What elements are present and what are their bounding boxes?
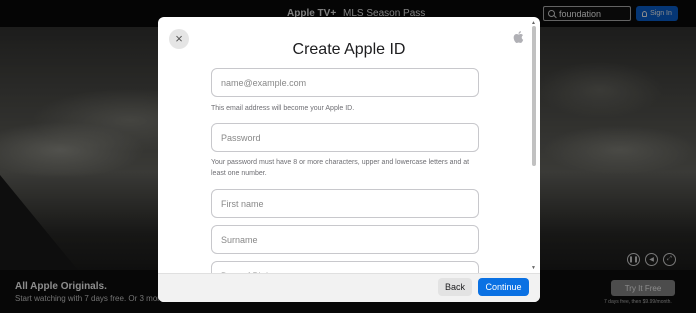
email-field[interactable]: name@example.com	[211, 68, 479, 97]
dialog-title: Create Apple ID	[292, 41, 406, 58]
create-apple-id-dialog: × Create Apple ID name@example.com This …	[158, 17, 540, 302]
scrollbar-thumb[interactable]	[532, 26, 536, 166]
continue-button[interactable]: Continue	[478, 278, 529, 296]
password-field[interactable]: Password	[211, 123, 479, 152]
first-name-field[interactable]: First name	[211, 189, 479, 218]
dialog-scrollbar[interactable]: ▲ ▼	[531, 20, 537, 275]
back-button[interactable]: Back	[438, 278, 472, 296]
email-hint: This email address will become your Appl…	[211, 105, 355, 112]
scroll-down-icon[interactable]: ▼	[531, 265, 536, 271]
surname-field[interactable]: Surname	[211, 225, 479, 254]
dialog-footer: Back Continue	[158, 273, 540, 302]
password-hint: Your password must have 8 or more charac…	[211, 159, 470, 177]
